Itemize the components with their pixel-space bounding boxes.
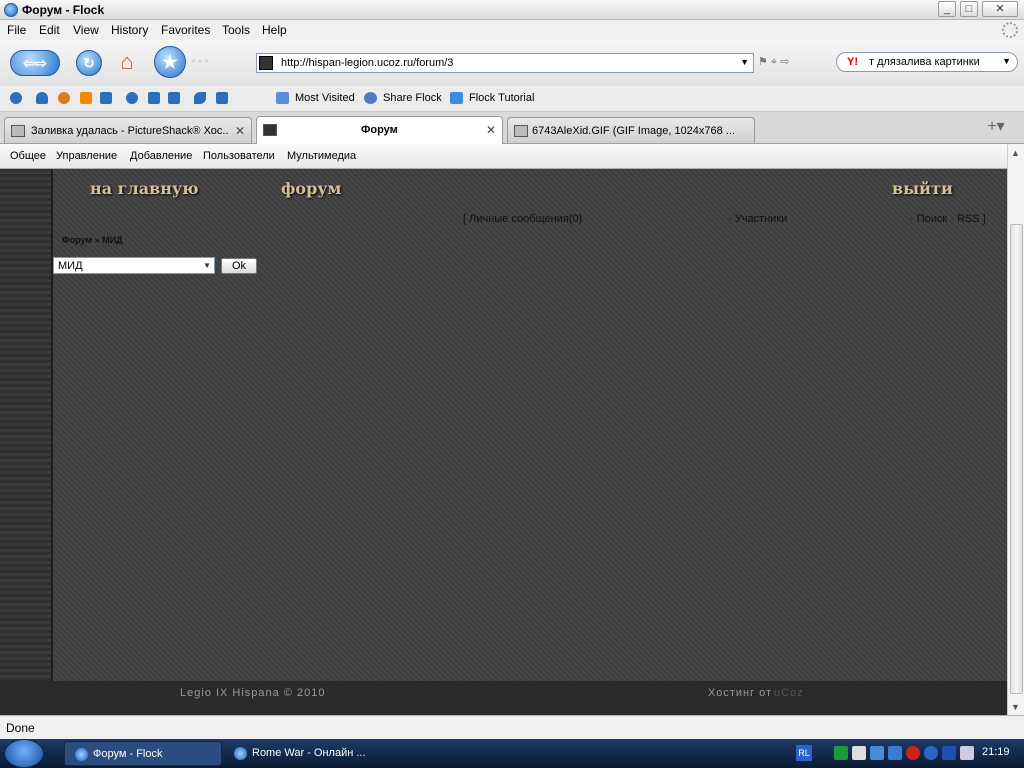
- hosting-text: Хостинг от: [708, 687, 773, 699]
- pin-icon[interactable]: [148, 92, 160, 104]
- yahoo-search-icon[interactable]: Y!: [847, 56, 858, 68]
- status-text: Done: [6, 721, 35, 735]
- close-window-button[interactable]: ✕: [982, 1, 1018, 17]
- gif-tab-icon: [514, 125, 528, 137]
- tray-antivirus-icon[interactable]: [906, 746, 920, 760]
- taskbar-item-rome-war[interactable]: Rome War - Онлайн ...: [224, 741, 382, 766]
- vertical-scrollbar[interactable]: ▲ ▼: [1007, 144, 1024, 715]
- flock-icon: [75, 748, 88, 761]
- disabled-toolbar-icons: ▫ ▫ ▫: [192, 56, 209, 67]
- url-dropdown-icon[interactable]: ▼: [740, 57, 749, 67]
- scroll-up-icon[interactable]: ▲: [1011, 148, 1020, 158]
- image-tab-icon: [11, 125, 25, 137]
- star-favorite-icon[interactable]: ★: [154, 46, 186, 78]
- flock-tutorial-icon: [450, 92, 463, 104]
- ucoz-menu-general[interactable]: Общее: [10, 150, 46, 162]
- copyright-text: Legio IX Hispana © 2010: [180, 687, 326, 699]
- most-visited-icon: [276, 92, 289, 104]
- media-icon[interactable]: [58, 92, 70, 104]
- site-footer: Legio IX Hispana © 2010 Хостинг от uCoz: [0, 681, 1007, 715]
- nav-home-link[interactable]: на главную: [90, 179, 199, 198]
- volume-icon[interactable]: [960, 746, 974, 760]
- blog-pen-icon[interactable]: [194, 92, 206, 104]
- forum-jump-select[interactable]: МИД ▼: [53, 257, 215, 274]
- rss-feed-icon[interactable]: [80, 92, 92, 104]
- tab-gif-image[interactable]: 6743AleXid.GIF (GIF Image, 1024x768 ...: [507, 117, 755, 143]
- window-title: Форум - Flock: [22, 3, 105, 17]
- close-tab-icon[interactable]: ✕: [486, 123, 496, 137]
- throbber-icon: [1002, 22, 1018, 38]
- menu-view[interactable]: View: [73, 23, 99, 37]
- back-forward-button[interactable]: ⇦⇨: [10, 50, 60, 76]
- ucoz-menu-management[interactable]: Управление: [56, 150, 117, 162]
- members-link[interactable]: · Участники: [728, 213, 787, 225]
- share-flock-icon: [364, 92, 377, 104]
- ucoz-admin-bar: Общее Управление Добавление Пользователи…: [0, 144, 1024, 169]
- tab-pictureshack[interactable]: Заливка удалась - PictureShack® Хос... ✕: [4, 117, 252, 143]
- globe-icon[interactable]: [10, 92, 22, 104]
- people-icon[interactable]: [36, 92, 48, 104]
- site-favicon: [259, 56, 273, 70]
- minimize-button[interactable]: _: [938, 1, 956, 17]
- ucoz-link[interactable]: uCoz: [774, 687, 804, 699]
- tab-forum[interactable]: Форум ✕: [256, 116, 503, 144]
- nav-logout-link[interactable]: выйти: [892, 179, 953, 198]
- tray-connection-icon[interactable]: [888, 746, 902, 760]
- menu-file[interactable]: File: [7, 23, 26, 37]
- menu-bar: File Edit View History Favorites Tools H…: [0, 20, 1024, 40]
- close-tab-icon[interactable]: ✕: [235, 124, 245, 138]
- search-input[interactable]: т длязалива картинки: [869, 56, 980, 68]
- upload-icon[interactable]: [216, 92, 228, 104]
- menu-favorites[interactable]: Favorites: [161, 23, 210, 37]
- stone-wall-decoration: [0, 169, 53, 681]
- flock-icon: [234, 747, 247, 760]
- private-messages-link[interactable]: [ Личные сообщения(0): [463, 213, 582, 225]
- tray-app-icon[interactable]: [834, 746, 848, 760]
- feed-and-go-icons[interactable]: ⚑ ⌖ ⇨: [758, 55, 814, 71]
- chevron-down-icon: ▼: [203, 261, 211, 270]
- ok-button[interactable]: Ok: [221, 258, 257, 274]
- menu-edit[interactable]: Edit: [39, 23, 60, 37]
- bookmarks-toolbar: Most Visited Share Flock Flock Tutorial: [0, 86, 1024, 112]
- menu-help[interactable]: Help: [262, 23, 287, 37]
- menu-history[interactable]: History: [111, 23, 148, 37]
- scroll-down-icon[interactable]: ▼: [1011, 702, 1020, 712]
- ucoz-menu-multimedia[interactable]: Мультимедиа: [287, 150, 356, 162]
- title-bar: Форум - Flock _ □ ✕: [0, 0, 1024, 20]
- bookmark-share-flock[interactable]: Share Flock: [383, 92, 442, 104]
- maximize-button[interactable]: □: [960, 1, 978, 17]
- tray-monitor-icon[interactable]: [870, 746, 884, 760]
- breadcrumb[interactable]: Форум » МИД: [62, 235, 123, 245]
- menu-tools[interactable]: Tools: [222, 23, 250, 37]
- home-icon[interactable]: ⌂: [114, 50, 140, 76]
- search-rss-links[interactable]: · Поиск · RSS ]: [910, 213, 986, 225]
- search-dropdown-icon[interactable]: ▼: [1002, 56, 1011, 66]
- bookmark-most-visited[interactable]: Most Visited: [295, 92, 355, 104]
- page-content: на главную форум выйти [ Личные сообщени…: [0, 169, 1007, 715]
- url-input[interactable]: http://hispan-legion.ucoz.ru/forum/3: [281, 57, 453, 69]
- scrollbar-thumb[interactable]: [1010, 224, 1023, 694]
- clipboard-icon[interactable]: [168, 92, 180, 104]
- tab-bar: Заливка удалась - PictureShack® Хос... ✕…: [0, 112, 1024, 144]
- bookmark-flock-tutorial[interactable]: Flock Tutorial: [469, 92, 534, 104]
- address-bar[interactable]: http://hispan-legion.ucoz.ru/forum/3 ▼: [256, 53, 754, 73]
- ucoz-menu-users[interactable]: Пользователи: [203, 150, 275, 162]
- tray-network-icon[interactable]: [852, 746, 866, 760]
- mail-icon[interactable]: [100, 92, 112, 104]
- nav-forum-link[interactable]: форум: [281, 179, 341, 198]
- tray-player-icon[interactable]: [942, 746, 956, 760]
- new-tab-icon[interactable]: +▾: [986, 116, 1006, 138]
- clock: 21:19: [982, 746, 1010, 758]
- start-button[interactable]: [4, 739, 44, 768]
- ucoz-menu-add[interactable]: Добавление: [130, 150, 192, 162]
- status-bar: Done: [0, 715, 1024, 739]
- language-indicator[interactable]: RL: [796, 745, 812, 761]
- search-box[interactable]: Y! т длязалива картинки ▼: [836, 52, 1018, 72]
- flock-app-icon: [4, 3, 18, 17]
- reload-icon[interactable]: ↻: [76, 50, 102, 76]
- taskbar-item-forum[interactable]: Форум - Flock: [64, 741, 222, 766]
- tray-flash-icon[interactable]: [924, 746, 938, 760]
- blog-tools-icon[interactable]: [126, 92, 138, 104]
- site-tab-icon: [263, 124, 277, 136]
